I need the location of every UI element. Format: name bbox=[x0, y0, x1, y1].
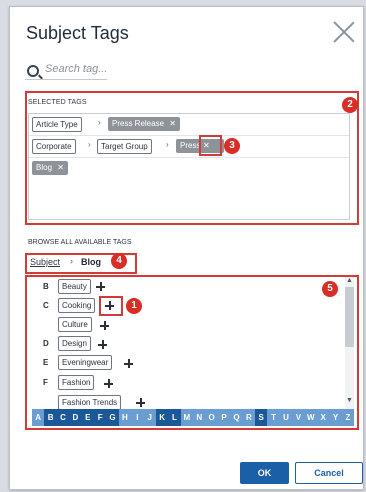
tag-item-culture: Culture bbox=[58, 317, 92, 332]
tag-chip-target-group[interactable]: Target Group bbox=[97, 139, 152, 154]
alphabet-filter-bar: ABCDEFGHIJKLMNOPQRSTUVWXYZ bbox=[32, 409, 354, 426]
add-tag-icon[interactable] bbox=[98, 340, 107, 349]
scroll-down-icon[interactable]: ▼ bbox=[346, 397, 353, 404]
alphabet-letter-h[interactable]: H bbox=[119, 409, 131, 426]
tag-browser: B Beauty C Cooking 1 Culture D Design E … bbox=[25, 275, 359, 432]
alphabet-letter-p[interactable]: P bbox=[218, 409, 230, 426]
tag-label: Design bbox=[62, 339, 87, 348]
tag-label: Press bbox=[180, 141, 201, 150]
tag-label: Beauty bbox=[62, 282, 87, 291]
alphabet-letter-m[interactable]: M bbox=[181, 409, 193, 426]
tag-chip-corporate[interactable]: Corporate bbox=[32, 139, 76, 154]
alphabet-letter-a[interactable]: A bbox=[32, 409, 44, 426]
letter-heading: F bbox=[43, 378, 48, 387]
search-input[interactable] bbox=[45, 63, 325, 75]
search-underline bbox=[25, 79, 107, 80]
letter-heading: E bbox=[43, 358, 49, 367]
letter-heading: B bbox=[43, 282, 49, 291]
alphabet-letter-i[interactable]: I bbox=[131, 409, 143, 426]
alphabet-letter-s[interactable]: S bbox=[255, 409, 268, 426]
add-tag-icon[interactable] bbox=[136, 398, 145, 407]
alphabet-letter-j[interactable]: J bbox=[144, 409, 156, 426]
selected-row: Corporate › Target Group › Press ✕ 3 bbox=[29, 135, 349, 158]
alphabet-letter-q[interactable]: Q bbox=[230, 409, 242, 426]
tag-item-fashion-trends: Fashion Trends bbox=[58, 395, 122, 410]
add-tag-icon[interactable] bbox=[96, 282, 105, 291]
close-icon[interactable] bbox=[333, 21, 355, 43]
selected-tags-section: 2 SELECTED TAGS Article Type › Press Rel… bbox=[25, 91, 359, 225]
add-tag-icon[interactable] bbox=[100, 321, 109, 330]
alphabet-letter-f[interactable]: F bbox=[93, 409, 107, 426]
alphabet-letter-l[interactable]: L bbox=[168, 409, 181, 426]
subject-tags-dialog: Subject Tags 2 SELECTED TAGS Article Typ… bbox=[9, 6, 364, 490]
tag-list-scrollbar[interactable]: ▲ ▼ bbox=[345, 277, 354, 410]
tag-label: Press Release bbox=[112, 119, 165, 128]
alphabet-letter-d[interactable]: D bbox=[69, 409, 82, 426]
annotation-badge-4: 4 bbox=[111, 253, 127, 269]
search-bar bbox=[25, 63, 355, 81]
annotation-badge-3: 3 bbox=[224, 138, 240, 154]
tag-label: Eveningwear bbox=[62, 358, 109, 367]
annotation-box-3 bbox=[199, 135, 222, 156]
tag-item-cooking: Cooking bbox=[58, 298, 96, 313]
tag-label: Cooking bbox=[62, 301, 92, 310]
add-tag-icon[interactable] bbox=[105, 301, 114, 310]
alphabet-letter-e[interactable]: E bbox=[81, 409, 94, 426]
letter-heading: C bbox=[43, 301, 49, 310]
alphabet-letter-y[interactable]: Y bbox=[329, 409, 341, 426]
tag-item-beauty: Beauty bbox=[58, 279, 91, 294]
add-tag-icon[interactable] bbox=[104, 379, 113, 388]
selected-tags-label: SELECTED TAGS bbox=[28, 99, 87, 106]
search-icon bbox=[27, 65, 39, 77]
alphabet-letter-x[interactable]: X bbox=[317, 409, 329, 426]
scrollbar-thumb[interactable] bbox=[345, 287, 354, 347]
selected-tag-blog: Blog ✕ bbox=[32, 161, 68, 175]
tag-item-design: Design bbox=[58, 336, 91, 351]
alphabet-letter-o[interactable]: O bbox=[205, 409, 217, 426]
cancel-button[interactable]: Cancel bbox=[295, 462, 363, 484]
remove-tag-icon[interactable]: ✕ bbox=[169, 119, 176, 128]
breadcrumb-current: Blog bbox=[81, 257, 101, 267]
alphabet-letter-r[interactable]: R bbox=[243, 409, 255, 426]
annotation-badge-1: 1 bbox=[126, 298, 142, 314]
annotation-badge-5: 5 bbox=[322, 281, 338, 297]
chevron-right-icon: › bbox=[98, 118, 101, 127]
alphabet-letter-k[interactable]: K bbox=[155, 409, 169, 426]
alphabet-letter-z[interactable]: Z bbox=[342, 409, 354, 426]
tag-label: Fashion bbox=[62, 378, 91, 387]
alphabet-letter-t[interactable]: T bbox=[267, 409, 279, 426]
annotation-badge-2: 2 bbox=[342, 97, 358, 113]
alphabet-letter-g[interactable]: G bbox=[106, 409, 119, 426]
alphabet-letter-u[interactable]: U bbox=[280, 409, 292, 426]
breadcrumb-separator: › bbox=[70, 256, 73, 266]
alphabet-letter-n[interactable]: N bbox=[193, 409, 205, 426]
tag-label: Blog bbox=[36, 163, 53, 172]
chevron-right-icon: › bbox=[166, 140, 169, 149]
chevron-right-icon: › bbox=[88, 140, 91, 149]
selected-tag-press-release: Press Release ✕ bbox=[108, 117, 180, 131]
breadcrumb: Subject › Blog 4 bbox=[25, 253, 137, 274]
tag-list: B Beauty C Cooking 1 Culture D Design E … bbox=[32, 277, 354, 410]
tag-label: Fashion Trends bbox=[62, 398, 118, 407]
remove-tag-icon[interactable]: ✕ bbox=[57, 163, 64, 172]
scroll-up-icon[interactable]: ▲ bbox=[346, 277, 353, 284]
letter-heading: D bbox=[43, 339, 49, 348]
selected-row: Blog ✕ bbox=[29, 158, 349, 179]
browse-tags-label: BROWSE ALL AVAILABLE TAGS bbox=[28, 239, 132, 246]
add-tag-icon[interactable] bbox=[124, 359, 133, 368]
breadcrumb-subject-link[interactable]: Subject bbox=[30, 257, 60, 267]
alphabet-letter-w[interactable]: W bbox=[305, 409, 317, 426]
tag-label: Culture bbox=[62, 320, 88, 329]
selected-tags-box: Article Type › Press Release ✕ Corporate… bbox=[28, 113, 350, 220]
tag-item-fashion: Fashion bbox=[58, 375, 95, 390]
selected-row: Article Type › Press Release ✕ bbox=[29, 114, 349, 136]
ok-button[interactable]: OK bbox=[240, 462, 289, 484]
tag-chip-article-type[interactable]: Article Type bbox=[32, 117, 82, 132]
tag-item-eveningwear: Eveningwear bbox=[58, 355, 113, 370]
alphabet-letter-v[interactable]: V bbox=[292, 409, 304, 426]
dialog-title: Subject Tags bbox=[26, 23, 129, 43]
alphabet-letter-b[interactable]: B bbox=[44, 409, 57, 426]
alphabet-letter-c[interactable]: C bbox=[56, 409, 70, 426]
